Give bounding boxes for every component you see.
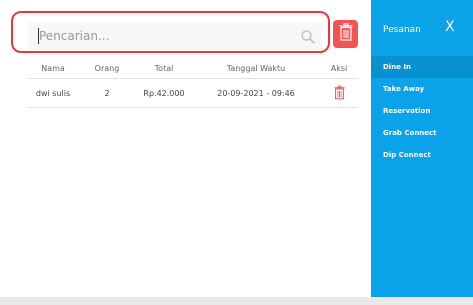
bottom-gap (0, 297, 473, 305)
header-tanggal-waktu: Tanggal Waktu (226, 63, 286, 73)
sidebar-item-grab-connect[interactable]: Grab Connect (371, 122, 473, 144)
cell-total: Rp.42.000 (143, 88, 185, 98)
orders-table: Nama Orang Total Tanggal Waktu Aksi dwi … (28, 58, 358, 108)
search-icon[interactable] (300, 29, 316, 45)
table-row[interactable]: dwi sulis 2 Rp.42.000 20-09-2021 - 09:46 (28, 79, 358, 108)
cell-nama: dwi sulis (35, 88, 71, 98)
delete-all-button[interactable] (333, 20, 358, 48)
order-type-sidebar: Pesanan X Dine In Take Away Reservation … (371, 0, 473, 297)
orders-panel: Nama Orang Total Tanggal Waktu Aksi dwi … (0, 0, 371, 297)
header-aksi: Aksi (330, 63, 348, 73)
sidebar-item-take-away[interactable]: Take Away (371, 78, 473, 100)
close-button[interactable]: X (445, 19, 455, 35)
cell-tanggal-waktu: 20-09-2021 - 09:46 (217, 88, 295, 98)
trash-icon (339, 23, 353, 45)
sidebar-item-reservation[interactable]: Reservation (371, 100, 473, 122)
cell-orang: 2 (104, 88, 110, 98)
sidebar-item-dine-in[interactable]: Dine In (371, 56, 473, 78)
search-input[interactable] (39, 25, 289, 47)
trash-icon (333, 85, 345, 102)
sidebar-menu: Dine In Take Away Reservation Grab Conne… (371, 56, 473, 166)
row-delete-button[interactable] (320, 85, 358, 102)
header-total: Total (154, 63, 174, 73)
table-header: Nama Orang Total Tanggal Waktu Aksi (28, 58, 358, 79)
sidebar-title: Pesanan (383, 25, 421, 35)
sidebar-item-dip-connect[interactable]: Dip Connect (371, 144, 473, 166)
header-orang: Orang (94, 63, 120, 73)
header-nama: Nama (41, 63, 65, 73)
